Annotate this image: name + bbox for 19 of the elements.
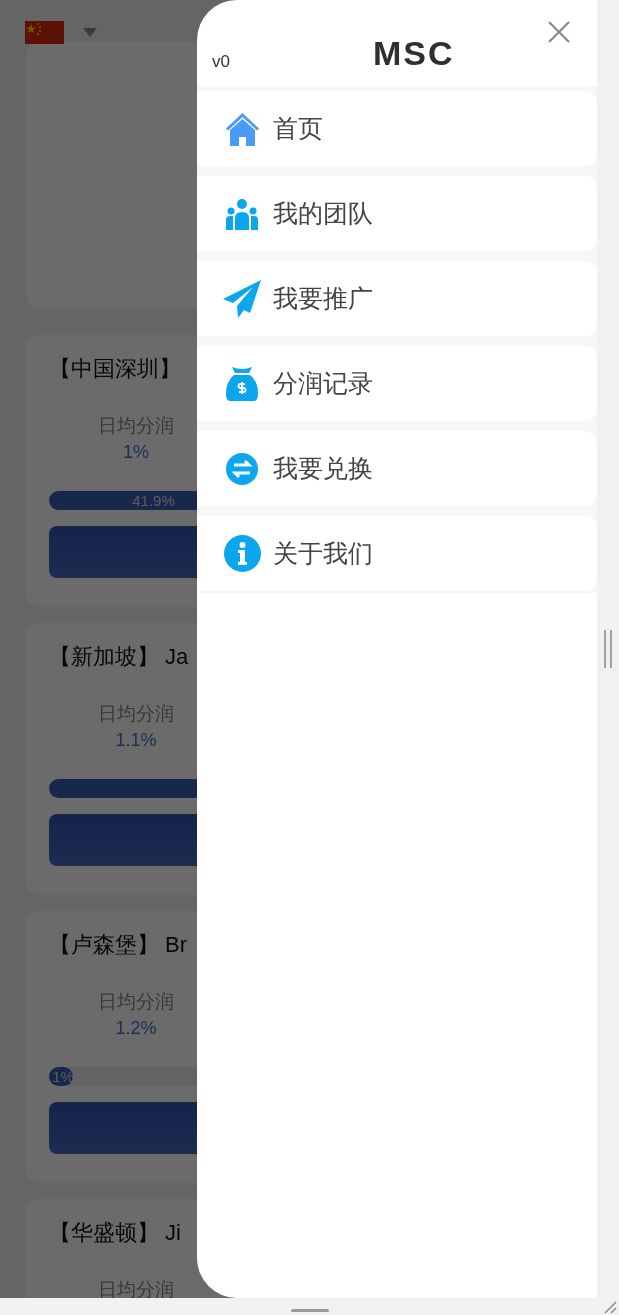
version-label: v0 bbox=[212, 51, 230, 73]
card-name: Br bbox=[165, 930, 187, 959]
menu-item[interactable]: 我要推广 bbox=[197, 261, 597, 336]
card-title: 【新加坡】 bbox=[49, 642, 159, 671]
card-title: 【华盛顿】 bbox=[49, 1218, 159, 1247]
card-name: Ja bbox=[165, 642, 189, 671]
logo: MSC bbox=[373, 36, 455, 70]
menu-item[interactable]: 分润记录 bbox=[197, 346, 597, 421]
stat-value: 1.2% bbox=[115, 1017, 157, 1040]
card-name: Ji bbox=[165, 1218, 181, 1247]
card-title: 【卢森堡】 bbox=[49, 930, 159, 959]
card-title: 【中国深圳】 bbox=[49, 354, 181, 383]
menu-item[interactable]: 我要兑换 bbox=[197, 431, 597, 506]
menu-item[interactable]: 我的团队 bbox=[197, 176, 597, 251]
stat-value: 1% bbox=[123, 441, 149, 464]
menu-item[interactable]: 首页 bbox=[197, 91, 597, 166]
stat-value: 1.1% bbox=[115, 729, 157, 752]
menu-item[interactable]: 关于我们 bbox=[197, 516, 597, 591]
progress-label: 41.9% bbox=[132, 493, 175, 508]
